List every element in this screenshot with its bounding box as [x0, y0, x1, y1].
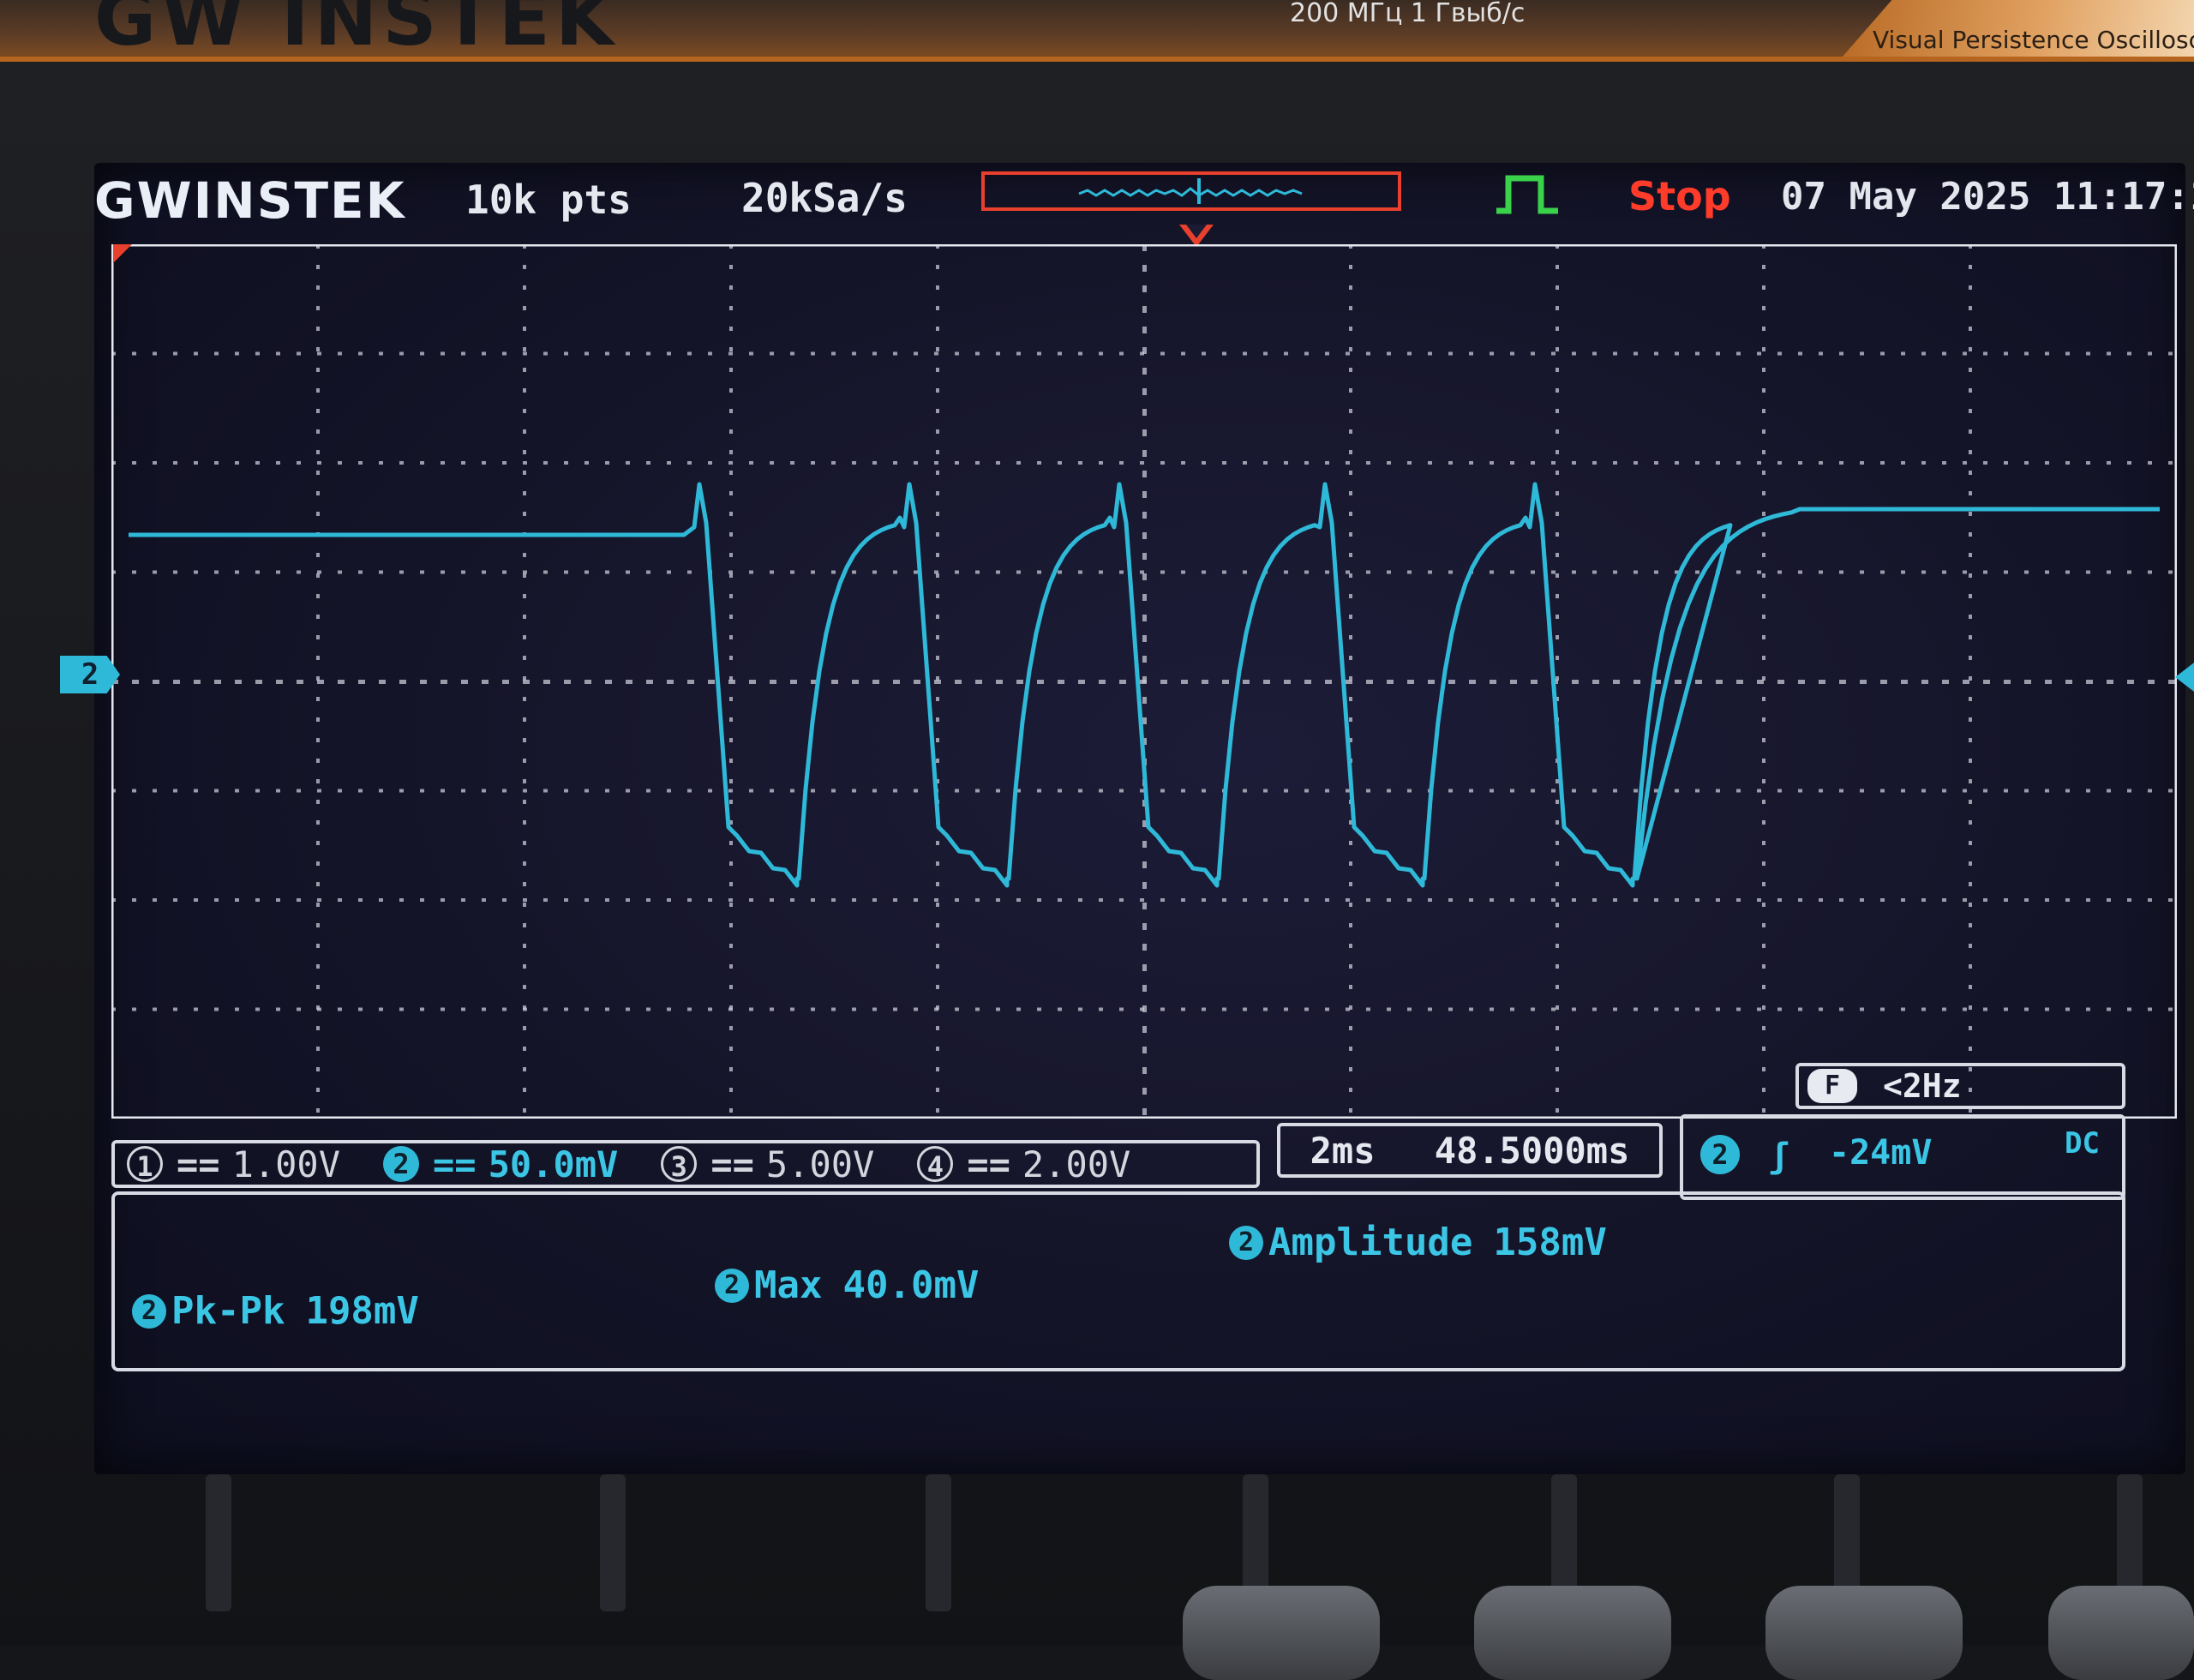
- channel-4-badge: 4: [917, 1146, 954, 1183]
- measurement-label: Amplitude: [1268, 1221, 1473, 1264]
- frequency-badge: F: [1807, 1069, 1857, 1103]
- waveform-display: [110, 243, 2179, 1120]
- softkey-divider: [600, 1474, 626, 1611]
- measurement-channel-badge: 2: [1229, 1225, 1263, 1260]
- vpo-badge-text: Visual Persistence Oscilloscope: [1873, 26, 2194, 54]
- dc-coupling-icon: ==: [177, 1143, 220, 1185]
- measurement-value: 40.0mV: [842, 1263, 980, 1307]
- dc-coupling-icon: ==: [433, 1143, 477, 1185]
- status-bar: GWINSTEK 10k pts 20kSa/s Stop 07 May 202…: [94, 163, 2194, 247]
- dc-coupling-icon: ==: [967, 1143, 1010, 1185]
- run-stop-status[interactable]: Stop: [1628, 173, 1731, 219]
- channel-4-scale[interactable]: 4 == 2.00V: [905, 1143, 1130, 1185]
- measurement-channel-badge: 2: [715, 1268, 749, 1303]
- date-time: 07 May 2025 11:17:19: [1781, 175, 2194, 219]
- softkey-divider: [926, 1474, 951, 1611]
- channel-2-volts-div: 50.0mV: [488, 1143, 619, 1185]
- rising-edge-icon: ʃ: [1769, 1137, 1790, 1176]
- measurement-amplitude[interactable]: 2 Amplitude 158mV: [1229, 1221, 1607, 1264]
- measurement-value: 198mV: [305, 1289, 419, 1333]
- channel-2-scale[interactable]: 2 == 50.0mV: [371, 1143, 618, 1185]
- softkey-button[interactable]: [1183, 1586, 1380, 1680]
- horizontal-position: 48.5000ms: [1434, 1129, 1630, 1172]
- measurement-label: Max: [754, 1263, 823, 1307]
- graticule-dots: [110, 243, 2179, 1120]
- record-length: 10k pts: [465, 177, 632, 223]
- softkey-button[interactable]: [2048, 1586, 2194, 1680]
- device-spec: 200 МГц 1 Гвыб/с: [1290, 0, 1526, 28]
- memory-waveform-icon: [1078, 178, 1303, 204]
- measurement-value: 158mV: [1493, 1221, 1607, 1264]
- measurement-panel: 2 Pk-Pk 198mV 2 Max 40.0mV 2 Amplitude 1…: [111, 1191, 2125, 1371]
- channel-4-volts-div: 2.00V: [1022, 1143, 1131, 1185]
- softkey-divider: [206, 1474, 231, 1611]
- frequency-counter: F <2Hz: [1795, 1063, 2125, 1109]
- trigger-level-value: -24mV: [1829, 1133, 1933, 1173]
- frequency-value: <2Hz: [1883, 1067, 1962, 1105]
- channel-1-volts-div: 1.00V: [231, 1143, 341, 1185]
- softkey-button[interactable]: [1765, 1586, 1963, 1680]
- softkey-row: [0, 1474, 2194, 1680]
- measurement-label: Pk-Pk: [171, 1289, 285, 1333]
- device-header: GW INSTEK 200 МГц 1 Гвыб/с Visual Persis…: [0, 0, 2194, 63]
- trigger-source-badge: 2: [1700, 1135, 1740, 1174]
- channel-1-scale[interactable]: 1 == 1.00V: [115, 1143, 340, 1185]
- channel-2-badge: 2: [383, 1146, 420, 1182]
- channel-1-badge: 1: [127, 1146, 163, 1183]
- sample-rate: 20kSa/s: [741, 175, 908, 221]
- measurement-max[interactable]: 2 Max 40.0mV: [715, 1263, 979, 1307]
- trigger-coupling: DC: [2065, 1126, 2100, 1161]
- graticule: 2: [60, 243, 2194, 1120]
- channel-3-volts-div: 5.00V: [765, 1143, 875, 1185]
- oscilloscope-screen: GWINSTEK 10k pts 20kSa/s Stop 07 May 202…: [60, 163, 2194, 1474]
- timebase-box[interactable]: 2ms 48.5000ms: [1277, 1123, 1663, 1178]
- gwinstek-logo: GWINSTEK: [94, 171, 406, 230]
- time-per-div: 2ms: [1310, 1129, 1376, 1172]
- dc-coupling-icon: ==: [710, 1143, 754, 1185]
- memory-bar[interactable]: [981, 171, 1401, 211]
- trigger-info-box[interactable]: 2 ʃ -24mV DC: [1680, 1114, 2125, 1200]
- brand-ghost-text: GW INSTEK: [94, 0, 620, 63]
- channel-scale-bar: 1 == 1.00V 2 == 50.0mV 3 == 5.00V 4 == 2…: [111, 1140, 1260, 1188]
- measurement-pk-pk[interactable]: 2 Pk-Pk 198mV: [132, 1289, 419, 1333]
- measurement-channel-badge: 2: [132, 1293, 166, 1329]
- trigger-status-pulse-icon: [1496, 175, 1558, 214]
- channel-3-badge: 3: [661, 1146, 698, 1183]
- channel-3-scale[interactable]: 3 == 5.00V: [649, 1143, 874, 1185]
- softkey-button[interactable]: [1474, 1586, 1671, 1680]
- trigger-level-marker[interactable]: [2175, 660, 2194, 694]
- display-corner-marker: [113, 244, 132, 263]
